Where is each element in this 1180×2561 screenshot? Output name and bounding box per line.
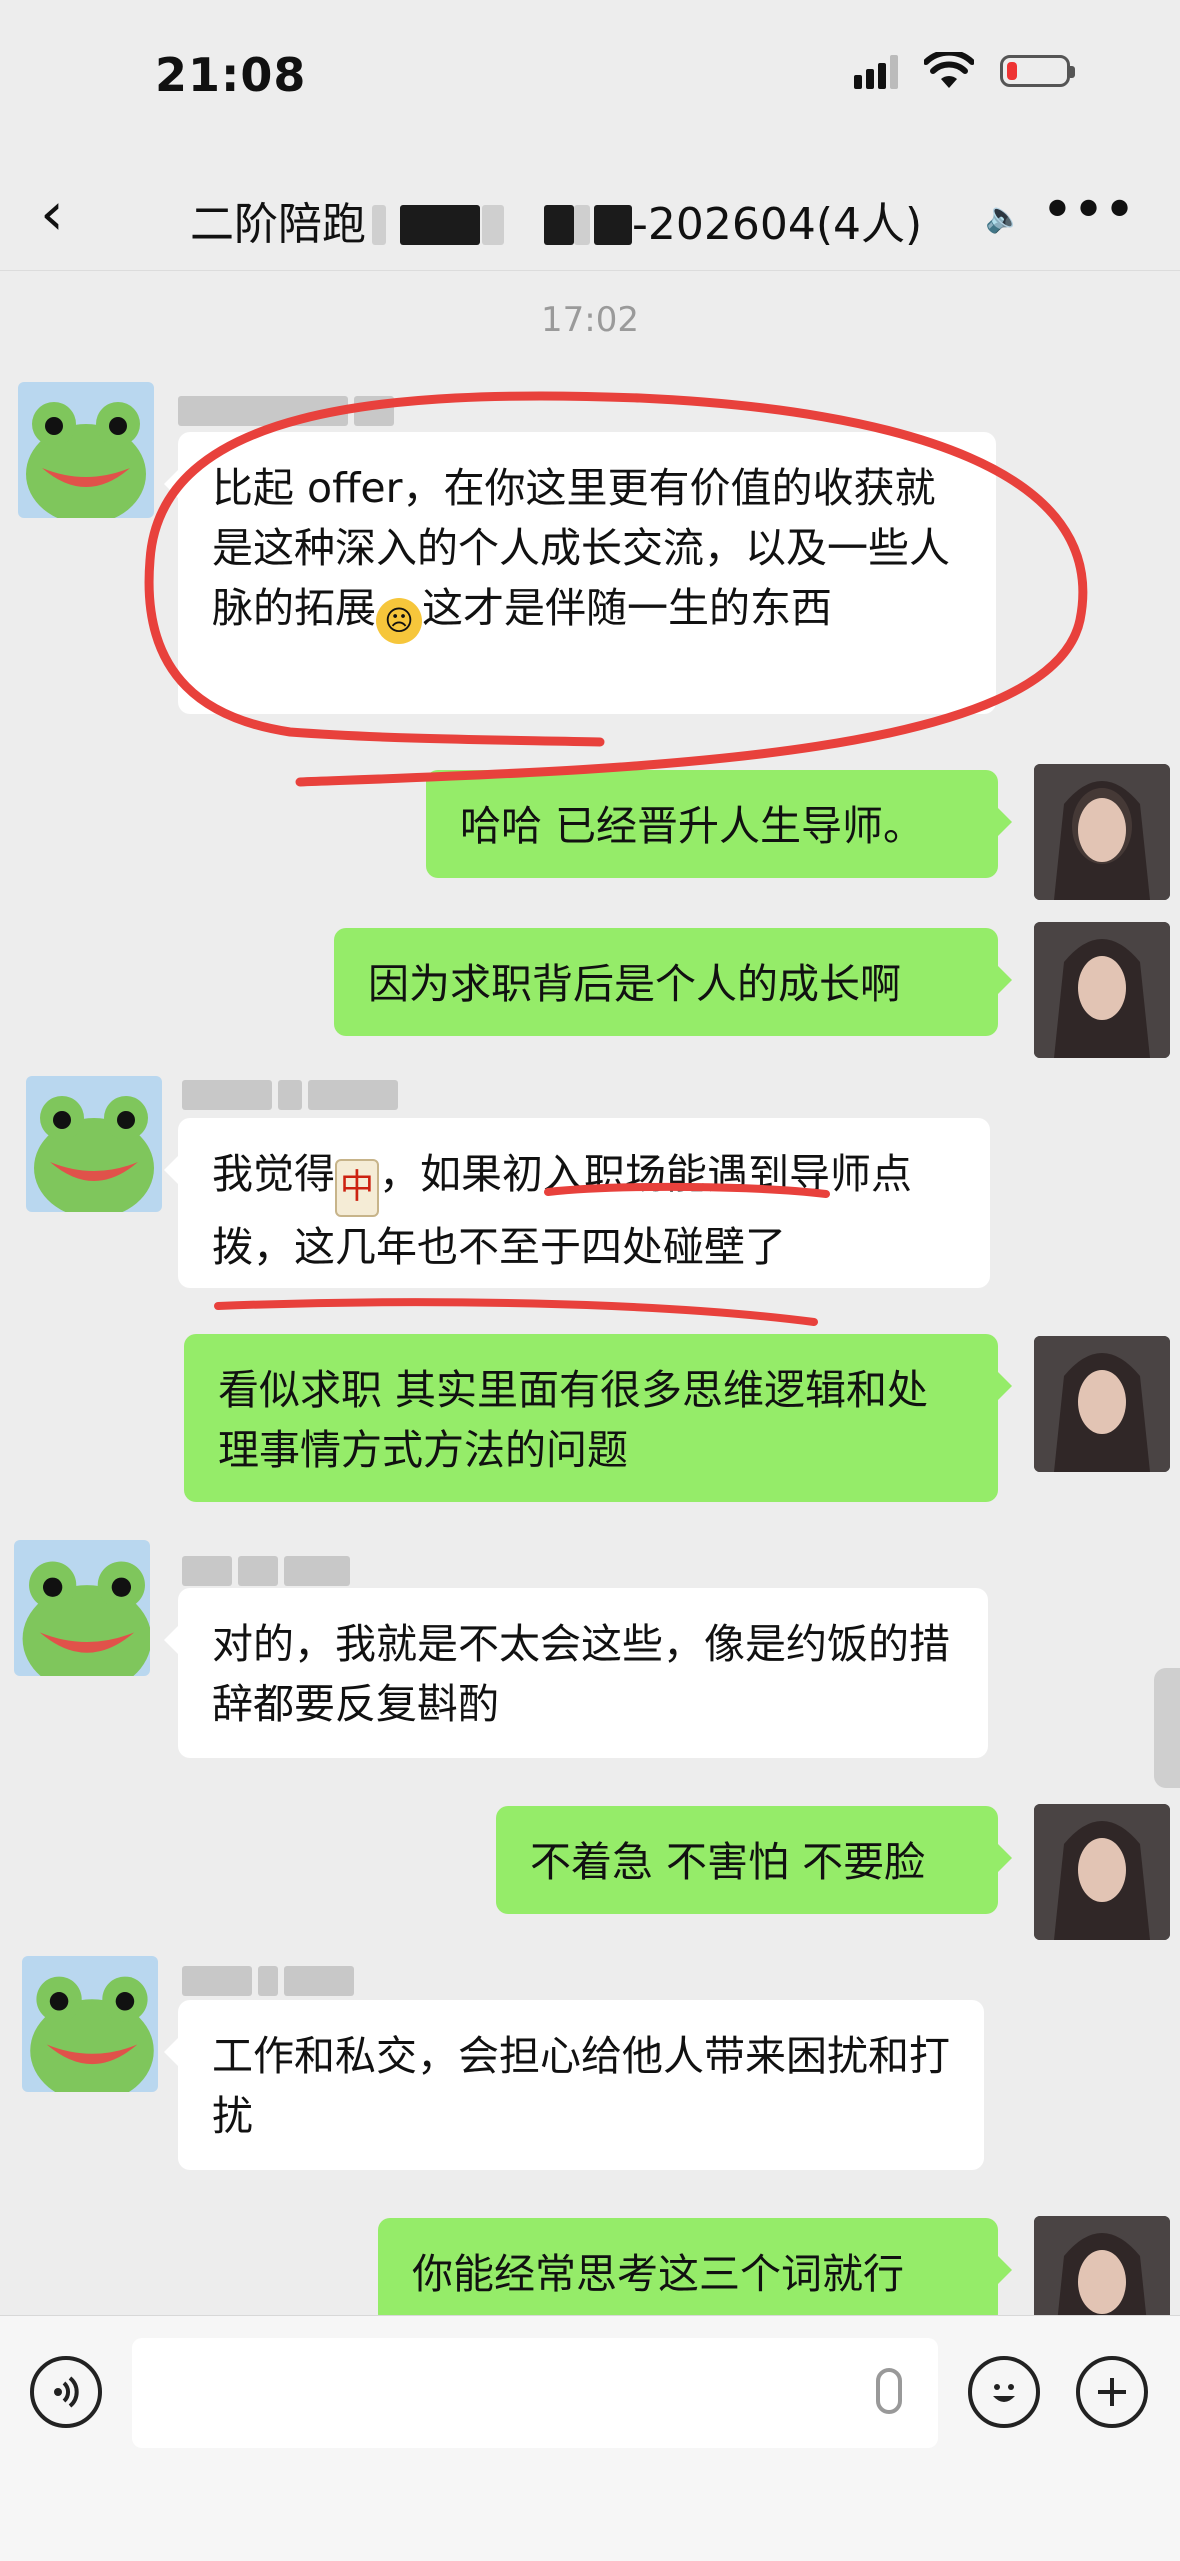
message-bubble-outgoing[interactable]: 因为求职背后是个人的成长啊 [334, 928, 1012, 1036]
message-bubble-incoming[interactable]: 对的，我就是不太会这些，像是约饭的措辞都要反复斟酌 [164, 1588, 988, 1758]
message-text: 哈哈 已经晋升人生导师。 [460, 802, 925, 850]
mute-notifications-icon: 🔈 [985, 200, 1023, 235]
frog-avatar-icon [34, 1096, 154, 1212]
message-bubble-outgoing[interactable]: 不着急 不害怕 不要脸 [496, 1806, 1012, 1914]
message-bubble-outgoing[interactable]: 看似求职 其实里面有很多思维逻辑和处理事情方式方法的问题 [184, 1334, 1012, 1502]
profile-avatar-icon [1034, 1804, 1170, 1940]
microphone-icon[interactable] [876, 2368, 902, 2414]
avatar-self[interactable] [1034, 922, 1170, 1058]
sender-name-masked [182, 1556, 350, 1590]
avatar[interactable] [18, 382, 154, 518]
message-text: 工作和私交，会担心给他人带来困扰和打扰 [212, 2032, 950, 2140]
avatar[interactable] [26, 1076, 162, 1212]
back-chevron-icon[interactable]: ‹ [40, 184, 64, 244]
avatar[interactable] [22, 1956, 158, 2092]
message-timestamp: 17:02 [541, 300, 639, 340]
message-text: 我觉得 [212, 1150, 335, 1198]
message-text: 对的，我就是不太会这些，像是约饭的措辞都要反复斟酌 [212, 1620, 950, 1728]
annotation-underline [214, 1298, 818, 1326]
avatar-self[interactable] [1034, 1336, 1170, 1472]
sender-name-masked [182, 1966, 354, 2000]
sender-name-masked [182, 1080, 398, 1114]
title-suffix: -202604(4人) [632, 199, 923, 250]
smiley-icon[interactable] [968, 2356, 1040, 2428]
message-text: 不着急 不害怕 不要脸 [530, 1838, 926, 1886]
avatar-self[interactable] [1034, 1804, 1170, 1940]
message-text: 看似求职 其实里面有很多思维逻辑和处理事情方式方法的问题 [218, 1366, 929, 1474]
scroll-handle[interactable] [1154, 1668, 1180, 1788]
status-icons [854, 52, 1075, 90]
message-bubble-incoming[interactable]: 我觉得中，如果初入职场能遇到导师点拨，这几年也不至于四处碰壁了 [164, 1118, 990, 1288]
status-time: 21:08 [155, 48, 307, 102]
more-options-icon[interactable]: ••• [1041, 178, 1136, 243]
message-bubble-outgoing[interactable]: 你能经常思考这三个词就行 [378, 2218, 1012, 2326]
message-bubble-outgoing[interactable]: 哈哈 已经晋升人生导师。 [426, 770, 1012, 878]
chat-header: ‹ 二阶陪跑 -202604(4人) 🔈 ••• [0, 160, 1180, 271]
mahjong-tile-emoji: 中 [335, 1159, 379, 1217]
message-bubble-incoming[interactable]: 比起 offer，在你这里更有价值的收获就是这种深入的个人成长交流，以及一些人脉… [164, 432, 996, 714]
plus-icon[interactable] [1076, 2356, 1148, 2428]
profile-avatar-icon [1034, 1336, 1170, 1472]
message-bubble-incoming[interactable]: 工作和私交，会担心给他人带来困扰和打扰 [164, 2000, 984, 2170]
battery-icon [1000, 55, 1075, 87]
frog-avatar-icon [26, 402, 146, 518]
frog-avatar-icon [22, 1561, 150, 1676]
voice-icon[interactable] [30, 2356, 102, 2428]
profile-avatar-icon [1034, 922, 1170, 1058]
chat-title: 二阶陪跑 -202604(4人) [190, 188, 922, 252]
crying-face-emoji-icon: ☹ [376, 598, 422, 644]
cellular-signal-icon [854, 53, 898, 89]
title-prefix: 二阶陪跑 [190, 199, 366, 250]
chat-input-bar [0, 2315, 1180, 2561]
message-text-cont: 这才是伴随一生的东西 [422, 584, 832, 632]
avatar[interactable] [14, 1540, 150, 1676]
avatar-self[interactable] [1034, 764, 1170, 900]
message-text: 因为求职背后是个人的成长啊 [368, 960, 901, 1008]
wifi-icon [924, 52, 974, 88]
message-input[interactable] [132, 2338, 938, 2448]
sender-name-masked [178, 396, 394, 430]
status-bar: 21:08 [0, 0, 1180, 160]
frog-avatar-icon [30, 1976, 154, 2092]
message-text: 你能经常思考这三个词就行 [412, 2250, 904, 2298]
profile-avatar-icon [1034, 764, 1170, 900]
